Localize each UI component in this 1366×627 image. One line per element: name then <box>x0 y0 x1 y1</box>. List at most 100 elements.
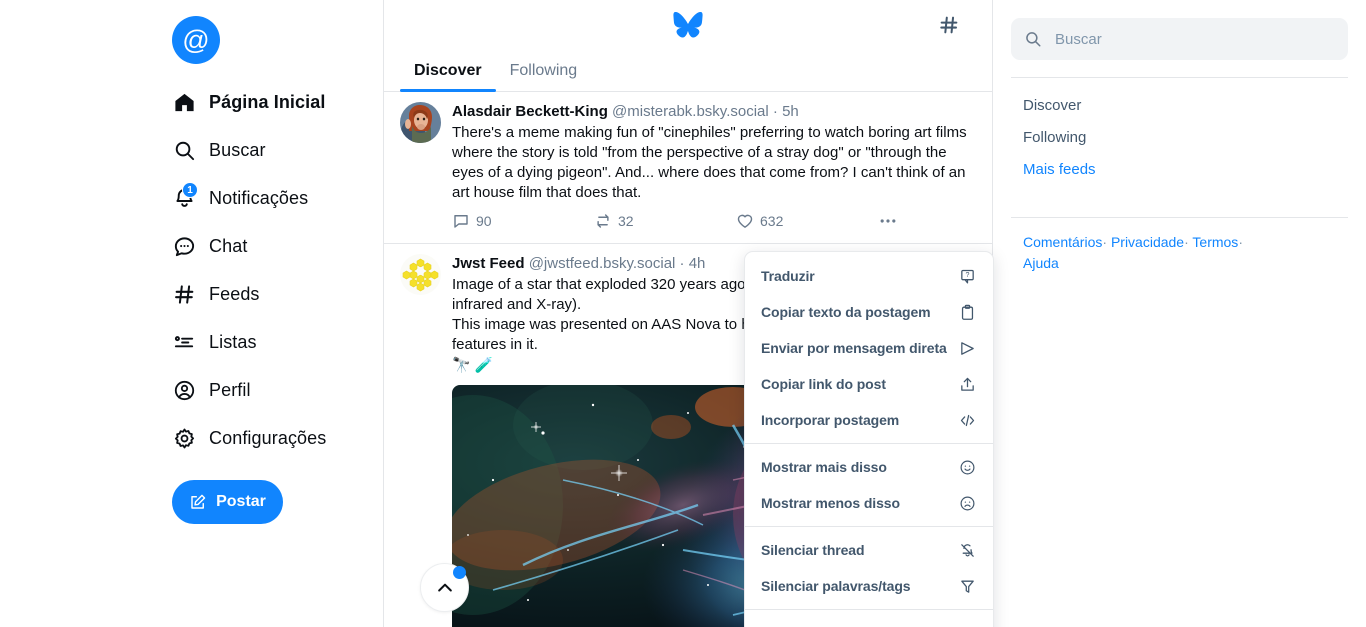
filter-funnel-icon <box>957 576 977 596</box>
list-icon <box>172 330 196 354</box>
post-timestamp[interactable]: 4h <box>689 255 706 272</box>
reply-icon <box>452 212 470 230</box>
sidebar-item-label: Perfil <box>209 379 251 400</box>
feed-header <box>384 0 992 50</box>
chat-bubble-icon <box>172 234 196 258</box>
footer-link-help[interactable]: Ajuda <box>1023 255 1059 271</box>
home-icon <box>172 90 196 114</box>
menu-divider <box>745 609 993 610</box>
menu-item-label: Copiar texto da postagem <box>761 304 931 320</box>
post-author-handle[interactable]: @jwstfeed.bsky.social <box>529 255 676 272</box>
svg-text:?: ? <box>965 271 969 279</box>
sidebar-item-search[interactable]: Buscar <box>172 126 383 174</box>
sidebar-item-feeds[interactable]: Feeds <box>172 270 383 318</box>
post-more-options-button[interactable] <box>878 211 898 231</box>
eye-off-icon <box>957 623 977 627</box>
menu-item-copy-post-text[interactable]: Copiar texto da postagem <box>745 294 993 330</box>
sidebar-item-label: Configurações <box>209 427 327 448</box>
butterfly-logo[interactable] <box>673 12 703 38</box>
repost-icon <box>594 212 612 230</box>
repost-count: 32 <box>618 213 634 229</box>
post-actions: 90 32 632 <box>452 211 976 231</box>
footer-separator: · <box>1102 234 1108 250</box>
like-button[interactable]: 632 <box>736 212 878 230</box>
post-content: Alasdair Beckett-King @misterabk.bsky.so… <box>452 102 976 243</box>
reply-count: 90 <box>476 213 492 229</box>
right-sidebar: Discover Following Mais feeds Comentário… <box>993 0 1366 627</box>
sidebar-item-profile[interactable]: Perfil <box>172 366 383 414</box>
tab-following[interactable]: Following <box>496 50 592 92</box>
post-timestamp[interactable]: 5h <box>782 103 799 120</box>
menu-item-embed-post[interactable]: Incorporar postagem <box>745 402 993 438</box>
repost-button[interactable]: 32 <box>594 212 736 230</box>
post-author-name[interactable]: Alasdair Beckett-King <box>452 103 608 120</box>
smiley-happy-icon <box>957 457 977 477</box>
code-brackets-icon <box>957 410 977 430</box>
post-meta-separator: · <box>772 103 778 120</box>
post-item[interactable]: Alasdair Beckett-King @misterabk.bsky.so… <box>384 92 992 244</box>
menu-item-label: Silenciar thread <box>761 542 865 558</box>
chevron-up-icon <box>435 578 455 598</box>
bell-muted-icon <box>957 540 977 560</box>
reply-button[interactable]: 90 <box>452 212 594 230</box>
menu-item-label: Enviar por mensagem direta <box>761 340 947 356</box>
footer-link-privacy[interactable]: Privacidade <box>1111 234 1184 250</box>
sidebar-item-chat[interactable]: Chat <box>172 222 383 270</box>
avatar-jwst-mirror-hexagons[interactable] <box>400 254 441 295</box>
menu-item-copy-post-link[interactable]: Copiar link do post <box>745 366 993 402</box>
gear-icon <box>172 426 196 450</box>
right-link-following[interactable]: Following <box>1023 122 1348 154</box>
right-link-discover[interactable]: Discover <box>1023 90 1348 122</box>
menu-item-label: Silenciar palavras/tags <box>761 578 911 594</box>
search-field-container[interactable] <box>1011 18 1348 60</box>
sidebar-item-label: Feeds <box>209 283 260 304</box>
menu-item-mute-thread[interactable]: Silenciar thread <box>745 532 993 568</box>
heart-icon <box>736 212 754 230</box>
menu-item-show-more-of-this[interactable]: Mostrar mais disso <box>745 449 993 485</box>
menu-item-label: Traduzir <box>761 268 815 284</box>
post-author-handle[interactable]: @misterabk.bsky.social <box>612 103 769 120</box>
footer-separator: · <box>1238 234 1243 250</box>
feeds-hash-button[interactable] <box>936 12 962 38</box>
compose-pencil-icon <box>189 493 207 511</box>
compose-post-button[interactable]: Postar <box>172 480 283 524</box>
notification-badge: 1 <box>182 182 198 198</box>
menu-item-translate[interactable]: Traduzir ? <box>745 258 993 294</box>
sidebar-item-notifications[interactable]: 1 Notificações <box>172 174 383 222</box>
sidebar-item-label: Listas <box>209 331 257 352</box>
menu-item-label: Mostrar mais disso <box>761 459 887 475</box>
account-logo-badge[interactable]: @ <box>172 16 220 64</box>
tab-label: Discover <box>414 62 482 79</box>
sidebar-item-lists[interactable]: Listas <box>172 318 383 366</box>
tab-discover[interactable]: Discover <box>400 50 496 92</box>
footer-separator: · <box>1184 234 1189 250</box>
sidebar-item-home[interactable]: Página Inicial <box>172 78 383 126</box>
search-icon <box>1024 30 1042 48</box>
sidebar-item-settings[interactable]: Configurações <box>172 414 383 462</box>
menu-item-show-less-of-this[interactable]: Mostrar menos disso <box>745 485 993 521</box>
menu-item-label: Incorporar postagem <box>761 412 900 428</box>
paper-plane-icon <box>957 338 977 358</box>
footer-link-terms[interactable]: Termos <box>1192 234 1238 250</box>
menu-item-label: Mostrar menos disso <box>761 495 900 511</box>
feed-tabs: Discover Following <box>384 50 992 92</box>
right-link-more-feeds[interactable]: Mais feeds <box>1023 154 1348 186</box>
bell-icon: 1 <box>172 182 198 210</box>
search-input[interactable] <box>1053 29 1335 49</box>
sidebar-item-label: Página Inicial <box>209 91 326 112</box>
sidebar-item-label: Notificações <box>209 187 309 208</box>
bluesky-app: @ Página Inicial Buscar 1 Notificações C… <box>0 0 1366 627</box>
translate-icon: ? <box>957 266 977 286</box>
feed-links-section: Discover Following Mais feeds <box>1011 78 1348 200</box>
scroll-to-top-button[interactable] <box>420 563 469 612</box>
footer-link-feedback[interactable]: Comentários <box>1023 234 1102 250</box>
post-meta: Alasdair Beckett-King @misterabk.bsky.so… <box>452 102 976 122</box>
avatar-person-red-hair[interactable] <box>400 102 441 143</box>
like-count: 632 <box>760 213 784 229</box>
post-meta-separator: · <box>679 255 685 272</box>
menu-item-mute-words-tags[interactable]: Silenciar palavras/tags <box>745 568 993 604</box>
sidebar-item-label: Chat <box>209 235 248 256</box>
menu-item-hide-post-for-me[interactable]: Ocultar postagem para mim <box>745 615 993 627</box>
menu-item-send-via-direct-message[interactable]: Enviar por mensagem direta <box>745 330 993 366</box>
post-author-name[interactable]: Jwst Feed <box>452 255 525 272</box>
